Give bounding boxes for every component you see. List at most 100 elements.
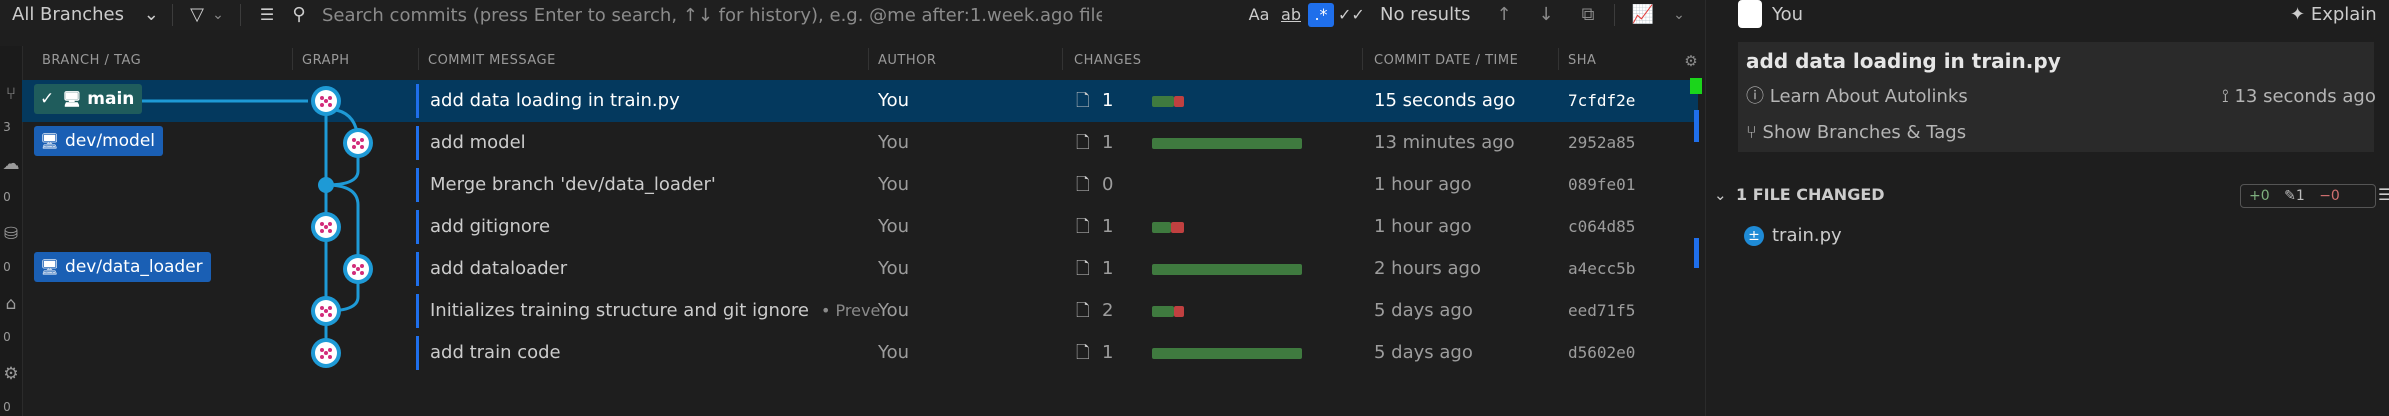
search-results-text: No results	[1380, 4, 1471, 25]
commit-dot-icon: ⟟	[2222, 86, 2229, 107]
deletions-bar	[1174, 96, 1184, 107]
commit-message: Initializes training structure and git i…	[430, 290, 880, 332]
chart-icon[interactable]: 📈	[1628, 0, 1658, 30]
col-header-date[interactable]: COMMIT DATE / TIME	[1374, 46, 1518, 76]
col-divider	[292, 48, 293, 70]
changed-files-count: 0	[1102, 174, 1114, 195]
commit-node[interactable]	[343, 254, 373, 284]
search-box: ☰ ⚲ Aa ab .* ✓✓	[260, 0, 1367, 30]
file-icon: 🗋	[1076, 133, 1090, 153]
autolinks-link[interactable]: ⓘ Learn About Autolinks	[1746, 82, 1968, 112]
arrow-up-icon[interactable]: ↑	[1490, 0, 1518, 30]
commit-author: You	[878, 174, 910, 195]
branch-name: dev/data_loader	[65, 257, 203, 277]
changed-files-count: 1	[1102, 342, 1114, 363]
col-header-changes[interactable]: CHANGES	[1074, 46, 1142, 76]
commit-summary-card: add data loading in train.py ⓘ Learn Abo…	[1738, 42, 2376, 152]
additions-bar	[1152, 138, 1302, 149]
graph-minimap[interactable]	[1690, 78, 1702, 278]
computer-icon: 🖥	[40, 132, 60, 150]
file-icon: 🗋	[1076, 301, 1090, 321]
commit-date: 5 days ago	[1374, 300, 1473, 321]
additions-bar	[1152, 96, 1174, 107]
merge-node[interactable]	[318, 177, 334, 193]
computer-icon: 🖥	[62, 90, 82, 108]
commit-date: 1 hour ago	[1374, 216, 1472, 237]
file-icon: 🗋	[1076, 217, 1090, 237]
col-header-graph[interactable]: GRAPH	[302, 46, 350, 76]
changed-files-count: 1	[1102, 90, 1114, 111]
arrow-down-icon[interactable]: ↓	[1532, 0, 1560, 30]
match-case-toggle[interactable]: Aa	[1246, 3, 1272, 27]
col-divider	[1362, 48, 1363, 70]
commit-graph-panel: All Branches ⌄ ▽ ⌄ ☰ ⚲ Aa ab .* ✓✓ No re…	[0, 0, 1705, 416]
changed-files-count: 2	[1102, 300, 1114, 321]
commit-graph	[130, 86, 373, 368]
commit-message-text: add gitignore	[430, 216, 551, 237]
changed-files-count: 1	[1102, 216, 1114, 237]
branch-label-dev-model[interactable]: 🖥 dev/model	[34, 126, 164, 156]
commit-time: ⟟ 13 seconds ago	[2222, 82, 2376, 112]
file-icon: 🗋	[1076, 343, 1090, 363]
search-input[interactable]	[322, 0, 1102, 30]
file-item[interactable]: ± train.py	[1738, 222, 2138, 250]
commit-node[interactable]	[311, 86, 341, 116]
commit-node[interactable]	[343, 128, 373, 158]
commit-author: You	[878, 216, 910, 237]
commit-author: You	[878, 90, 910, 111]
commit-node[interactable]	[311, 338, 341, 368]
filter-chevron-icon[interactable]: ⌄	[210, 0, 226, 30]
commit-message: add gitignore	[430, 206, 880, 248]
branch-label-main[interactable]: ✓ 🖥 main	[34, 84, 143, 114]
branch-name: main	[87, 89, 135, 109]
col-header-sha[interactable]: SHA	[1568, 46, 1596, 76]
commit-message-text: add train code	[430, 342, 561, 363]
details-author: You	[1772, 4, 1804, 25]
filter-icon[interactable]: ▽	[184, 0, 210, 30]
additions-bar	[1152, 264, 1302, 275]
commit-date: 1 hour ago	[1374, 174, 1472, 195]
commit-node[interactable]	[311, 296, 341, 326]
stat-added: +0	[2249, 188, 2270, 204]
file-icon: 🗋	[1076, 259, 1090, 279]
deletions-bar	[1171, 222, 1184, 233]
commit-sha: eed71f5	[1568, 301, 1636, 320]
changed-files-count: 1	[1102, 258, 1114, 279]
worktrees-count: 0	[3, 400, 11, 414]
open-external-icon[interactable]: ⧉	[1574, 0, 1602, 30]
col-header-author[interactable]: AUTHOR	[878, 46, 936, 76]
branch-icon: ⑂	[1746, 122, 1757, 143]
column-settings-icon[interactable]: ⚙	[1680, 46, 1702, 76]
branches-tags-link[interactable]: ⑂ Show Branches & Tags	[1746, 118, 1966, 148]
commit-message: add model	[430, 122, 880, 164]
changed-files-count: 1	[1102, 132, 1114, 153]
regex-toggle[interactable]: .*	[1308, 3, 1334, 27]
chart-chevron-icon[interactable]: ⌄	[1668, 0, 1690, 30]
commit-message-text: Initializes training structure and git i…	[430, 300, 810, 321]
commit-date: 13 minutes ago	[1374, 132, 1515, 153]
check-all-icon[interactable]: ✓✓	[1338, 3, 1365, 27]
branch-label-dev-data-loader[interactable]: 🖥 dev/data_loader	[34, 252, 211, 282]
deletions-bar	[1174, 306, 1184, 317]
commit-message-text: add data loading in train.py	[430, 90, 680, 111]
list-view-icon[interactable]: ☰	[2378, 180, 2389, 210]
commit-message-text: Merge branch 'dev/data_loader'	[430, 174, 716, 195]
explain-button[interactable]: ✦ Explain	[2290, 2, 2377, 28]
commit-message-body: • Preven...	[821, 301, 880, 320]
avatar	[1738, 0, 1762, 28]
files-changed-title: 1 FILE CHANGED	[1736, 185, 1885, 204]
col-header-message[interactable]: COMMIT MESSAGE	[428, 46, 556, 76]
commit-author: You	[878, 132, 910, 153]
col-divider	[418, 48, 419, 70]
col-header-branch[interactable]: BRANCH / TAG	[42, 46, 141, 76]
whole-word-toggle[interactable]: ab	[1278, 3, 1304, 27]
toolbar-divider	[1614, 4, 1615, 26]
files-changed-header[interactable]: ⌄ 1 FILE CHANGED +0 ✎1 −0 ☰	[1706, 178, 2389, 212]
additions-bar	[1152, 348, 1302, 359]
branch-name: dev/model	[65, 131, 156, 151]
col-divider	[1558, 48, 1559, 70]
branch-selector[interactable]: All Branches ⌄	[12, 0, 159, 30]
commit-node[interactable]	[311, 212, 341, 242]
commit-sha: a4ecc5b	[1568, 259, 1636, 278]
search-menu-icon[interactable]: ☰	[258, 0, 276, 30]
